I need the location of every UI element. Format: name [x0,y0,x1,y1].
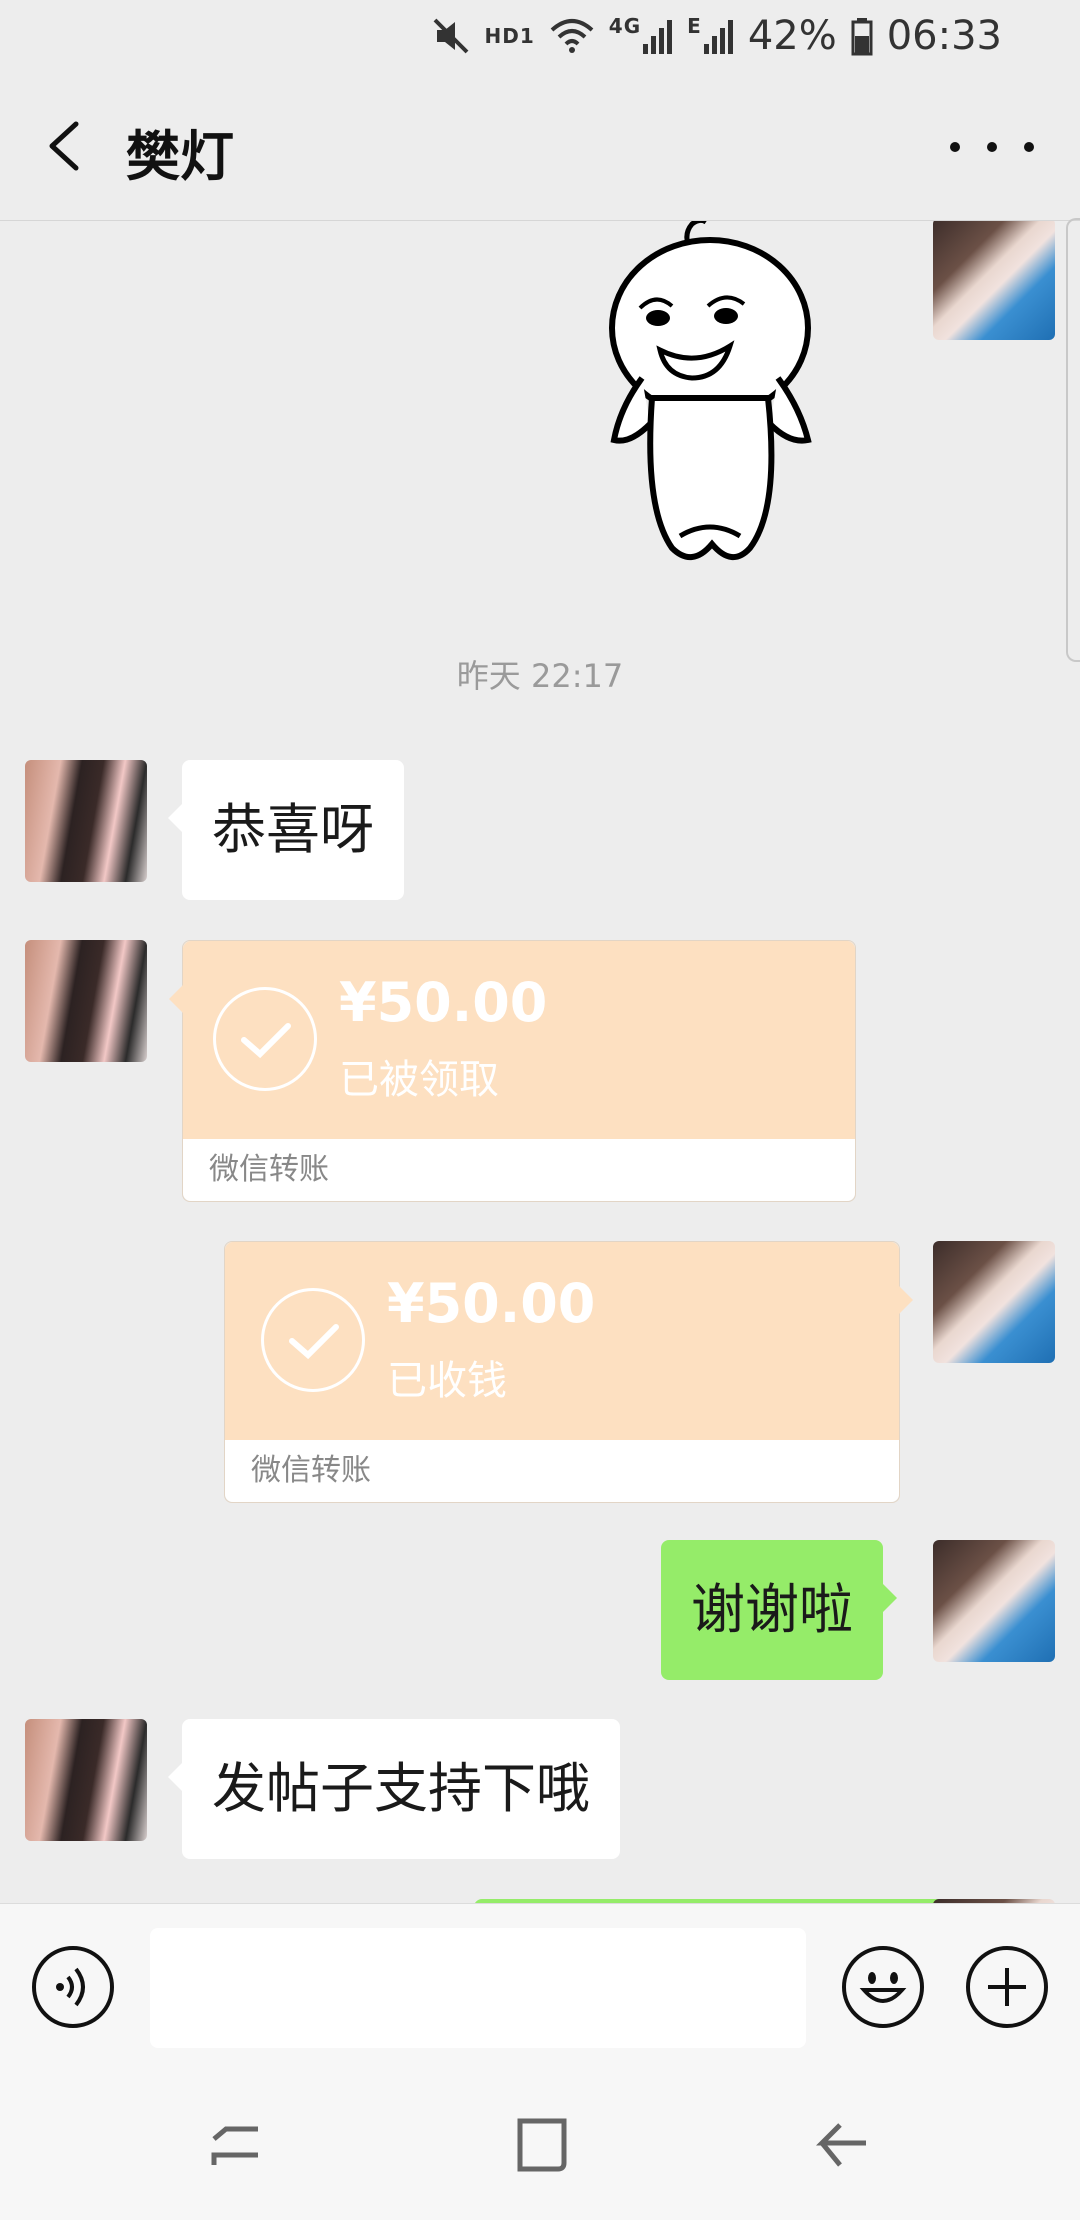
message-bubble-received[interactable]: 发帖子支持下哦 [168,1719,620,1859]
wifi-icon [550,19,594,53]
nav-back-icon[interactable] [816,2121,872,2171]
transfer-label: 微信转账 [225,1440,899,1502]
signal-icon-2 [703,20,733,54]
my-avatar[interactable] [933,221,1055,340]
message-bubble-received[interactable]: 恭喜呀 [168,760,404,900]
checkmark-icon [261,1288,365,1392]
edge-label: E [687,14,702,38]
input-bar [0,1903,1080,2052]
back-arrow-icon[interactable] [36,114,100,178]
clock: 06:33 [886,13,1002,59]
sticker-image[interactable] [600,221,820,578]
plus-icon[interactable] [966,1946,1048,2028]
contact-avatar[interactable] [25,940,147,1062]
message-bubble-sent[interactable]: 谢谢啦 [661,1540,897,1680]
home-icon[interactable] [514,2117,570,2173]
emoji-icon[interactable] [842,1946,924,2028]
chat-messages[interactable]: 昨天 22:17 恭喜呀 ¥50.00 已被领取 微信转账 ¥50.00 已收钱… [0,221,1080,1903]
transfer-card-sent[interactable]: ¥50.00 已收钱 微信转账 [224,1241,913,1503]
battery-percent: 42% [747,13,837,59]
network-type-label: 4G [608,14,642,38]
transfer-amount: ¥50.00 [339,971,548,1034]
transfer-status: 已收钱 [387,1358,507,1404]
contact-avatar[interactable] [25,1719,147,1841]
message-text: 恭喜呀 [212,798,374,861]
signal-icon [643,20,673,54]
contact-avatar[interactable] [25,760,147,882]
chat-header: 樊灯 [0,72,1080,221]
transfer-amount: ¥50.00 [387,1272,596,1335]
message-text: 发帖子支持下哦 [212,1757,590,1820]
message-text: 谢谢啦 [691,1578,853,1641]
mute-icon [433,18,468,54]
chat-title: 樊灯 [126,125,234,188]
more-icon[interactable] [950,132,1034,162]
system-nav-bar [0,2051,1080,2220]
my-avatar[interactable] [933,1540,1055,1662]
voice-icon[interactable] [32,1946,114,2028]
transfer-card-received[interactable]: ¥50.00 已被领取 微信转账 [169,940,856,1202]
network-hd-label: HD1 [484,24,535,48]
message-input[interactable] [150,1928,806,2048]
message-timestamp: 昨天 22:17 [456,657,624,695]
scrollbar[interactable] [1066,218,1080,662]
checkmark-icon [213,987,317,1091]
transfer-label: 微信转账 [183,1139,855,1201]
transfer-status: 已被领取 [339,1057,499,1103]
battery-icon [851,18,873,56]
recents-icon[interactable] [208,2121,268,2171]
status-bar: HD1 4G E 42% 06:33 [0,0,1080,72]
my-avatar[interactable] [933,1241,1055,1363]
